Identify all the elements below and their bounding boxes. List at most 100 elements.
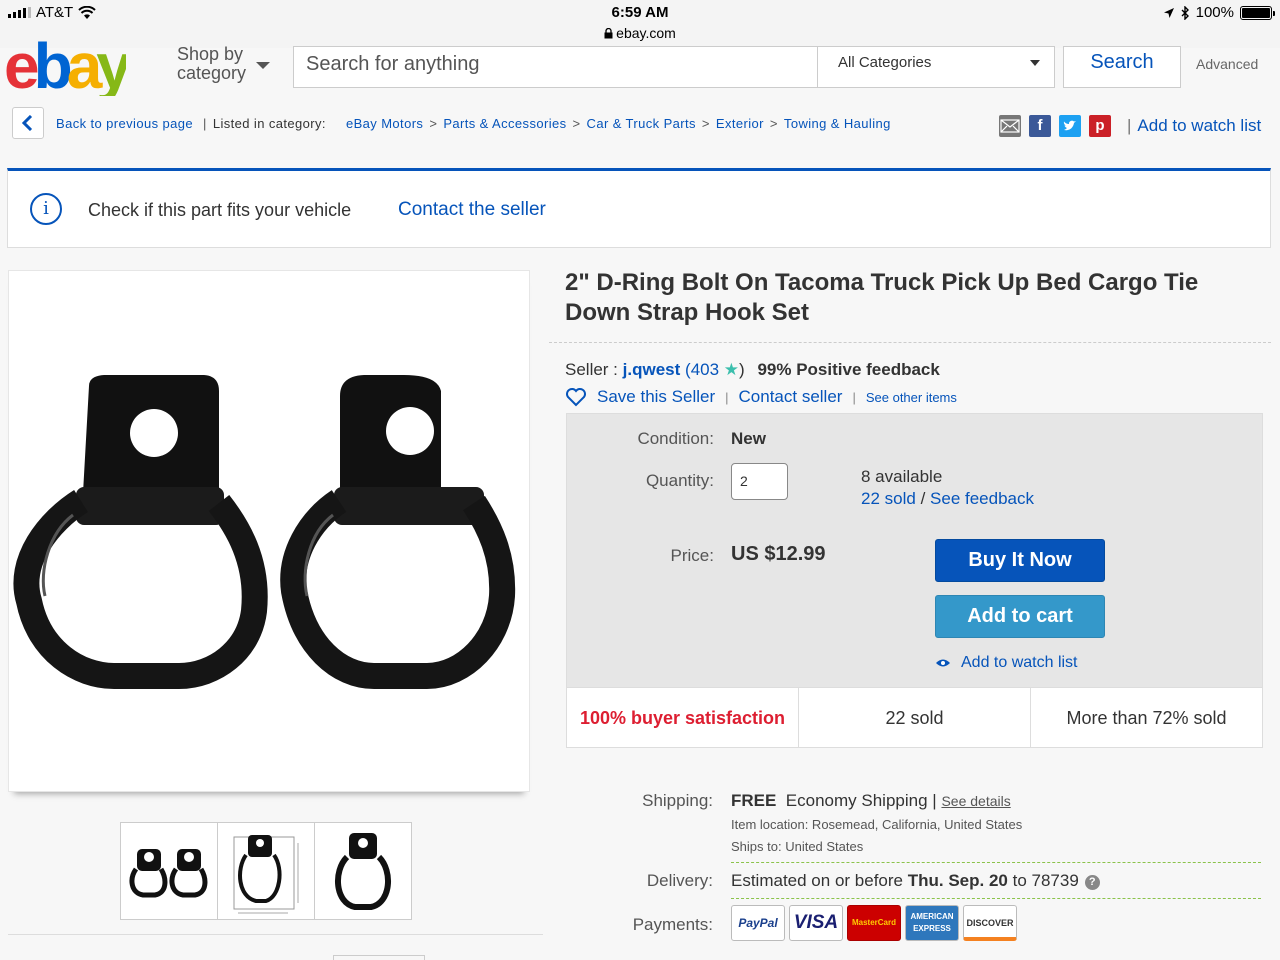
share-icons: f p: [999, 115, 1111, 137]
divider: [731, 862, 1261, 863]
bluetooth-icon: [1181, 5, 1189, 20]
address-bar[interactable]: ebay.com: [0, 25, 1280, 41]
seller-links: Save this Seller | Contact seller | See …: [565, 387, 957, 407]
d-ring-left: [13, 375, 268, 689]
seller-feedback: 99% Positive feedback: [757, 360, 940, 379]
american-express-icon: AMERICAN EXPRESS: [905, 905, 959, 941]
breadcrumb-separator: >: [572, 116, 581, 131]
paypal-icon: PayPal: [731, 905, 785, 941]
delivery-date: Thu. Sep. 20: [907, 871, 1008, 890]
d-ring-image: [13, 375, 516, 689]
breadcrumb-item-exterior[interactable]: Exterior: [716, 116, 764, 131]
fitment-banner: i Check if this part fits your vehicle C…: [7, 168, 1271, 248]
category-select[interactable]: All Categories: [818, 46, 1055, 88]
buyer-satisfaction-stat: 100% buyer satisfaction: [567, 688, 799, 747]
thumbnail-strip: [120, 822, 412, 920]
info-icon: i: [30, 193, 62, 225]
divider: [549, 342, 1271, 343]
buy-box: Condition: New Quantity: 2 8 available 2…: [566, 413, 1263, 748]
breadcrumb: Back to previous page | Listed in category…: [56, 116, 891, 131]
thumbnail-2[interactable]: [217, 822, 315, 920]
breadcrumb-item-car-truck-parts[interactable]: Car & Truck Parts: [587, 116, 696, 131]
free-label: FREE: [731, 791, 777, 810]
search-button[interactable]: Search: [1063, 46, 1181, 88]
breadcrumb-item-parts-accessories[interactable]: Parts & Accessories: [443, 116, 566, 131]
quantity-input[interactable]: 2: [731, 463, 788, 500]
delivery-value: Estimated on or before Thu. Sep. 20 to 7…: [731, 871, 1100, 891]
add-to-watch-list-link[interactable]: Add to watch list: [935, 654, 1078, 672]
email-icon[interactable]: [999, 115, 1021, 137]
site-header: ebay Shop by category Search for anythin…: [0, 34, 1280, 98]
available-count: 8 available: [861, 467, 943, 486]
breadcrumb-separator: >: [769, 116, 778, 131]
fitment-text: Check if this part fits your vehicle: [88, 200, 352, 220]
divider: [8, 934, 543, 935]
dropdown-caret-icon: [1030, 60, 1040, 66]
item-title: 2" D-Ring Bolt On Tacoma Truck Pick Up B…: [565, 269, 1199, 326]
see-details-link[interactable]: See details: [941, 793, 1010, 809]
add-to-watch-list-label: Add to watch list: [961, 654, 1078, 671]
breadcrumb-item-towing-hauling[interactable]: Towing & Hauling: [784, 116, 891, 131]
pinterest-icon[interactable]: p: [1089, 115, 1111, 137]
logo-letter-b: b: [33, 34, 73, 96]
sold-feedback-links: 22 sold / See feedback: [861, 489, 1034, 509]
buy-it-now-button[interactable]: Buy It Now: [935, 539, 1105, 582]
save-this-seller-link[interactable]: Save this Seller: [597, 387, 715, 407]
battery-percent: 100%: [1195, 4, 1234, 21]
battery-icon: [1240, 5, 1275, 20]
thumbnail-3[interactable]: [314, 822, 412, 920]
thumbnail-1[interactable]: [120, 822, 218, 920]
payments-label: Payments:: [632, 915, 713, 934]
visa-icon: VISA: [789, 905, 843, 941]
heart-icon[interactable]: [565, 387, 587, 407]
price-value: US $12.99: [731, 543, 826, 565]
contact-seller-link[interactable]: Contact seller: [739, 387, 843, 407]
condition-value: New: [731, 429, 766, 448]
logo-letter-y: y: [96, 34, 126, 96]
pipe: |: [932, 791, 937, 810]
sold-link[interactable]: 22 sold: [861, 489, 916, 508]
shop-by-category-button[interactable]: Shop by category: [177, 45, 246, 83]
item-location: Item location: Rosemead, California, Uni…: [731, 817, 1023, 832]
watch-link-label: Add to watch list: [1137, 116, 1262, 135]
seller-label: Seller :: [565, 360, 618, 379]
payment-methods: PayPal VISA MasterCard AMERICAN EXPRESS …: [731, 905, 1017, 941]
condition-label: Condition:: [637, 429, 714, 448]
seller-score[interactable]: 403: [691, 360, 719, 379]
divider: [731, 898, 1261, 899]
help-icon[interactable]: ?: [1084, 875, 1100, 890]
delivery-label: Delivery:: [646, 871, 713, 890]
back-to-previous-link[interactable]: Back to previous page: [56, 116, 193, 131]
chevron-down-icon[interactable]: [256, 62, 270, 69]
partial-element: [333, 955, 425, 960]
sold-count-stat: 22 sold: [799, 688, 1031, 747]
breadcrumb-row: Back to previous page | Listed in category…: [0, 105, 1280, 141]
contact-the-seller-link[interactable]: Contact the seller: [398, 199, 546, 221]
see-feedback-link[interactable]: See feedback: [930, 489, 1034, 508]
see-other-items-link[interactable]: See other items: [866, 390, 957, 405]
url-text: ebay.com: [616, 25, 676, 41]
shop-by-line2: category: [177, 63, 247, 83]
listed-in-label: Listed in category:: [212, 116, 326, 131]
shipping-method: Economy Shipping: [785, 791, 928, 810]
breadcrumb-item-ebay-motors[interactable]: eBay Motors: [346, 116, 423, 131]
main-product-image[interactable]: [8, 270, 530, 792]
add-to-watch-list-top-link[interactable]: | Add to watch list: [1127, 116, 1261, 136]
status-right: 100%: [1163, 4, 1275, 21]
add-to-cart-button[interactable]: Add to cart: [935, 595, 1105, 638]
ships-to: Ships to: United States: [731, 839, 864, 854]
star-icon: ★: [723, 360, 740, 379]
search-input[interactable]: Search for anything: [293, 46, 818, 88]
facebook-icon[interactable]: f: [1029, 115, 1051, 137]
clock: 6:59 AM: [611, 4, 669, 21]
location-arrow-icon: [1163, 7, 1174, 18]
category-select-value: All Categories: [838, 54, 932, 71]
twitter-icon[interactable]: [1059, 115, 1081, 137]
delivery-prefix: Estimated on or before: [731, 871, 903, 890]
seller-name-link[interactable]: j.qwest: [623, 360, 681, 379]
ebay-logo[interactable]: ebay: [4, 34, 126, 96]
price-label: Price:: [670, 546, 714, 565]
advanced-search-link[interactable]: Advanced: [1196, 56, 1258, 72]
shipping-value: FREE Economy Shipping | See details: [731, 791, 1011, 811]
back-button[interactable]: [12, 107, 44, 139]
